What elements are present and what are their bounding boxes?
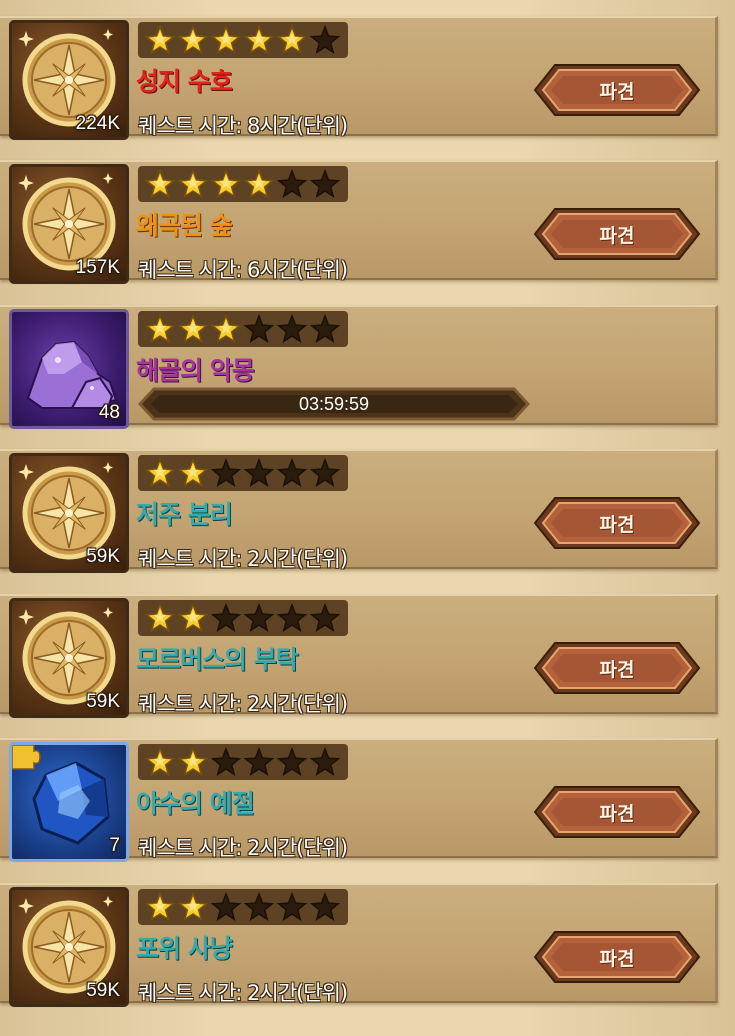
quest-name: 해골의 악몽 <box>136 356 255 385</box>
star-filled-icon <box>144 24 176 54</box>
quest-name: 포위 사냥 <box>136 934 233 963</box>
quest-row: 59K 모르버스의 부탁 퀘스트 시간: 2시간(단위) 파견 <box>0 594 718 718</box>
blue-crystal-piece-icon[interactable]: 7 <box>9 742 129 862</box>
star-filled-icon <box>177 746 209 776</box>
purple-ore-icon[interactable]: 48 <box>9 309 129 429</box>
quest-time: 퀘스트 시간: 2시간(단위) <box>138 836 348 860</box>
star-empty-icon <box>276 891 308 921</box>
star-empty-icon <box>309 168 341 198</box>
timer-text: 03:59:59 <box>298 393 370 414</box>
quest-name: 모르버스의 부탁 <box>136 645 299 674</box>
compass-icon[interactable]: 59K <box>9 887 129 1007</box>
star-filled-icon <box>144 313 176 343</box>
reward-count: 59K <box>86 691 120 712</box>
quest-name: 야수의 예절 <box>136 789 255 818</box>
star-empty-icon <box>309 602 341 632</box>
star-empty-icon <box>309 746 341 776</box>
dispatch-button[interactable]: 파견 <box>533 206 701 262</box>
dispatch-button[interactable]: 파견 <box>533 929 701 985</box>
star-filled-icon <box>243 24 275 54</box>
star-filled-icon <box>144 891 176 921</box>
star-filled-icon <box>177 891 209 921</box>
star-rating <box>138 311 348 347</box>
dispatch-button[interactable]: 파견 <box>533 784 701 840</box>
quest-row: 59K 저주 분리 퀘스트 시간: 2시간(단위) 파견 <box>0 449 718 573</box>
quest-row: 224K 성지 수호 퀘스트 시간: 8시간(단위) 파견 <box>0 16 718 140</box>
quest-row: 7 야수의 예절 퀘스트 시간: 2시간(단위) 파견 <box>0 738 718 862</box>
star-rating <box>138 166 348 202</box>
compass-icon[interactable]: 157K <box>9 164 129 284</box>
star-filled-icon <box>210 313 242 343</box>
star-empty-icon <box>309 313 341 343</box>
quest-row: 59K 포위 사냥 퀘스트 시간: 2시간(단위) 파견 <box>0 883 718 1007</box>
compass-icon[interactable]: 59K <box>9 598 129 718</box>
star-empty-icon <box>243 457 275 487</box>
dispatch-button[interactable]: 파견 <box>533 640 701 696</box>
reward-count: 224K <box>75 113 120 134</box>
star-empty-icon <box>243 313 275 343</box>
star-filled-icon <box>144 168 176 198</box>
star-empty-icon <box>276 457 308 487</box>
star-filled-icon <box>144 602 176 632</box>
star-empty-icon <box>309 24 341 54</box>
quest-name: 성지 수호 <box>136 67 233 96</box>
star-empty-icon <box>243 891 275 921</box>
star-filled-icon <box>177 168 209 198</box>
compass-icon[interactable]: 224K <box>9 20 129 140</box>
quest-time: 퀘스트 시간: 2시간(단위) <box>138 692 348 716</box>
dispatch-button[interactable]: 파견 <box>533 495 701 551</box>
star-empty-icon <box>276 602 308 632</box>
quest-row: 48 해골의 악몽 03:59:59 <box>0 305 718 429</box>
star-empty-icon <box>276 313 308 343</box>
star-rating <box>138 600 348 636</box>
star-filled-icon <box>210 168 242 198</box>
star-empty-icon <box>276 746 308 776</box>
star-rating <box>138 22 348 58</box>
star-filled-icon <box>144 746 176 776</box>
star-empty-icon <box>243 746 275 776</box>
quest-time: 퀘스트 시간: 2시간(단위) <box>138 981 348 1005</box>
star-filled-icon <box>177 457 209 487</box>
reward-count: 59K <box>86 980 120 1001</box>
star-empty-icon <box>210 602 242 632</box>
quest-list: 224K 성지 수호 퀘스트 시간: 8시간(단위) 파견 157K 왜곡된 숲… <box>0 0 735 1036</box>
compass-icon[interactable]: 59K <box>9 453 129 573</box>
reward-count: 7 <box>109 835 120 856</box>
quest-time: 퀘스트 시간: 2시간(단위) <box>138 547 348 571</box>
star-filled-icon <box>144 457 176 487</box>
star-empty-icon <box>309 457 341 487</box>
star-empty-icon <box>210 891 242 921</box>
progress-timer: 03:59:59 <box>138 387 530 421</box>
star-filled-icon <box>177 602 209 632</box>
star-empty-icon <box>276 168 308 198</box>
star-empty-icon <box>243 602 275 632</box>
star-filled-icon <box>177 24 209 54</box>
star-filled-icon <box>177 313 209 343</box>
quest-row: 157K 왜곡된 숲 퀘스트 시간: 6시간(단위) 파견 <box>0 160 718 284</box>
reward-count: 157K <box>75 257 120 278</box>
star-empty-icon <box>309 891 341 921</box>
star-rating <box>138 455 348 491</box>
dispatch-button[interactable]: 파견 <box>533 62 701 118</box>
reward-count: 48 <box>98 402 120 423</box>
star-rating <box>138 889 348 925</box>
star-empty-icon <box>210 746 242 776</box>
reward-count: 59K <box>86 546 120 567</box>
star-filled-icon <box>276 24 308 54</box>
star-rating <box>138 744 348 780</box>
quest-time: 퀘스트 시간: 6시간(단위) <box>138 258 348 282</box>
quest-time: 퀘스트 시간: 8시간(단위) <box>138 114 348 138</box>
star-empty-icon <box>210 457 242 487</box>
star-filled-icon <box>243 168 275 198</box>
star-filled-icon <box>210 24 242 54</box>
quest-name: 왜곡된 숲 <box>136 211 233 240</box>
quest-name: 저주 분리 <box>136 500 233 529</box>
